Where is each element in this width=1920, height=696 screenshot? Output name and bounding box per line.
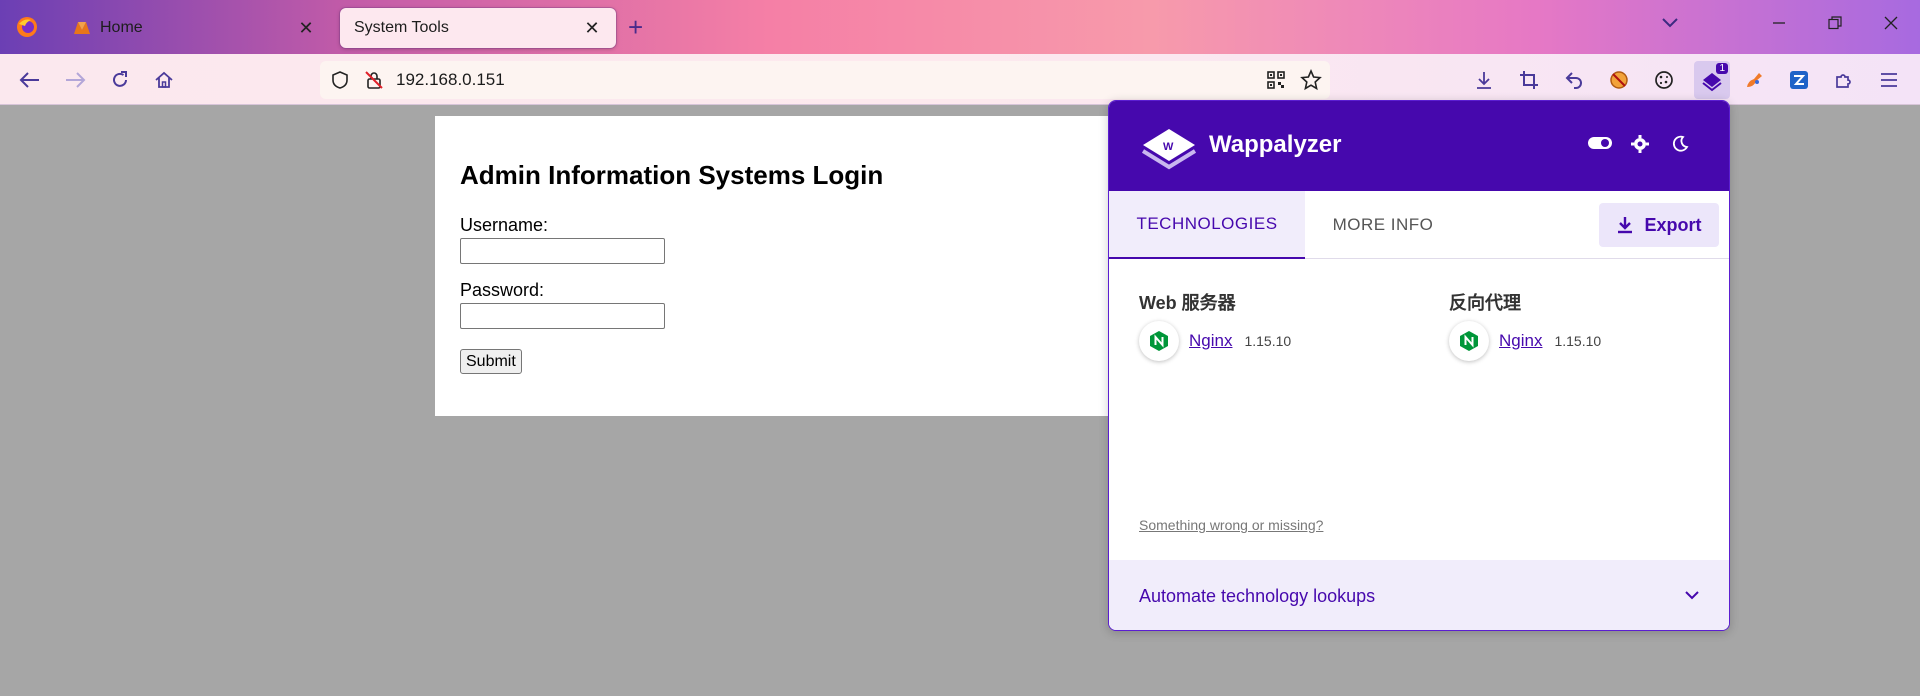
tab-title: Home <box>100 19 143 36</box>
export-button[interactable]: Export <box>1599 203 1719 247</box>
reload-icon[interactable] <box>106 66 134 94</box>
url-bar[interactable]: 192.168.0.151 <box>320 61 1330 99</box>
tab-technologies[interactable]: TECHNOLOGIES <box>1109 191 1305 259</box>
category-title: 反向代理 <box>1449 293 1521 313</box>
home-favicon-icon <box>74 22 90 34</box>
category-title: Web 服务器 <box>1139 293 1236 313</box>
login-form: Admin Information Systems Login Username… <box>435 116 1115 416</box>
url-text[interactable]: 192.168.0.151 <box>396 70 505 90</box>
bookmark-star-icon[interactable] <box>1300 68 1322 96</box>
shield-icon[interactable] <box>330 70 350 95</box>
home-icon[interactable] <box>150 66 178 94</box>
restore-icon[interactable] <box>1828 14 1842 35</box>
firefox-menu-icon[interactable] <box>0 0 54 54</box>
qr-code-icon[interactable] <box>1266 70 1286 95</box>
tab-more-info[interactable]: MORE INFO <box>1305 191 1461 259</box>
close-tab-icon[interactable]: ✕ <box>296 18 316 39</box>
wappalyzer-popup: W Wappalyzer TECHNOLOGIES MORE INFO Expo… <box>1108 100 1730 631</box>
download-icon <box>1618 217 1633 234</box>
extension-badge: 1 <box>1716 63 1728 74</box>
tab-home[interactable]: Home ✕ <box>58 8 330 48</box>
technology-version: 1.15.10 <box>1554 333 1602 349</box>
tab-bar: Home ✕ System Tools ✕ + <box>0 0 1920 54</box>
wappalyzer-logo-icon: W <box>1141 129 1197 170</box>
blocker-icon[interactable] <box>1605 66 1633 94</box>
download-icon[interactable] <box>1470 66 1498 94</box>
report-issue-link[interactable]: Something wrong or missing? <box>1139 517 1323 533</box>
wappalyzer-extension-icon[interactable]: 1 <box>1694 61 1730 99</box>
automate-lookups-label: Automate technology lookups <box>1139 585 1376 606</box>
forward-icon[interactable] <box>61 66 89 94</box>
wappalyzer-title: Wappalyzer <box>1209 131 1342 158</box>
toggle-icon[interactable] <box>1587 135 1613 156</box>
tab-title: System Tools <box>354 19 449 36</box>
submit-button[interactable]: Submit <box>460 349 522 374</box>
tab-system-tools[interactable]: System Tools ✕ <box>340 8 616 48</box>
wappalyzer-header: W Wappalyzer <box>1109 101 1729 191</box>
password-label: Password: <box>460 280 545 300</box>
username-field[interactable] <box>460 238 665 264</box>
insecure-lock-icon[interactable] <box>364 70 384 95</box>
technology-version: 1.15.10 <box>1244 333 1292 349</box>
menu-hamburger-icon[interactable] <box>1875 66 1903 94</box>
close-tab-icon[interactable]: ✕ <box>582 18 602 39</box>
svg-text:W: W <box>1163 141 1174 153</box>
translate-icon[interactable] <box>1785 66 1813 94</box>
username-label: Username: <box>460 215 549 235</box>
technology-item: Nginx 1.15.10 <box>1449 321 1601 361</box>
back-icon[interactable] <box>16 66 44 94</box>
settings-gear-icon[interactable] <box>1631 135 1649 158</box>
chevron-down-icon[interactable] <box>1662 15 1678 33</box>
nginx-icon <box>1449 321 1489 361</box>
password-field[interactable] <box>460 303 665 329</box>
paint-icon[interactable] <box>1740 66 1768 94</box>
dark-mode-moon-icon[interactable] <box>1671 135 1689 158</box>
chevron-down-icon[interactable] <box>1685 587 1699 605</box>
close-window-icon[interactable] <box>1884 14 1898 35</box>
page-title: Admin Information Systems Login <box>460 160 884 190</box>
new-tab-icon[interactable]: + <box>628 12 643 43</box>
export-label: Export <box>1644 214 1702 235</box>
technology-link[interactable]: Nginx <box>1189 331 1232 351</box>
undo-icon[interactable] <box>1560 66 1588 94</box>
technology-link[interactable]: Nginx <box>1499 331 1542 351</box>
technology-item: Nginx 1.15.10 <box>1139 321 1291 361</box>
nginx-icon <box>1139 321 1179 361</box>
extensions-puzzle-icon[interactable] <box>1830 66 1858 94</box>
crop-icon[interactable] <box>1515 66 1543 94</box>
nav-bar: 192.168.0.151 1 <box>0 54 1920 105</box>
minimize-icon[interactable] <box>1772 14 1786 35</box>
cookie-icon[interactable] <box>1650 66 1678 94</box>
automate-lookups-panel[interactable]: Automate technology lookups <box>1109 560 1729 630</box>
